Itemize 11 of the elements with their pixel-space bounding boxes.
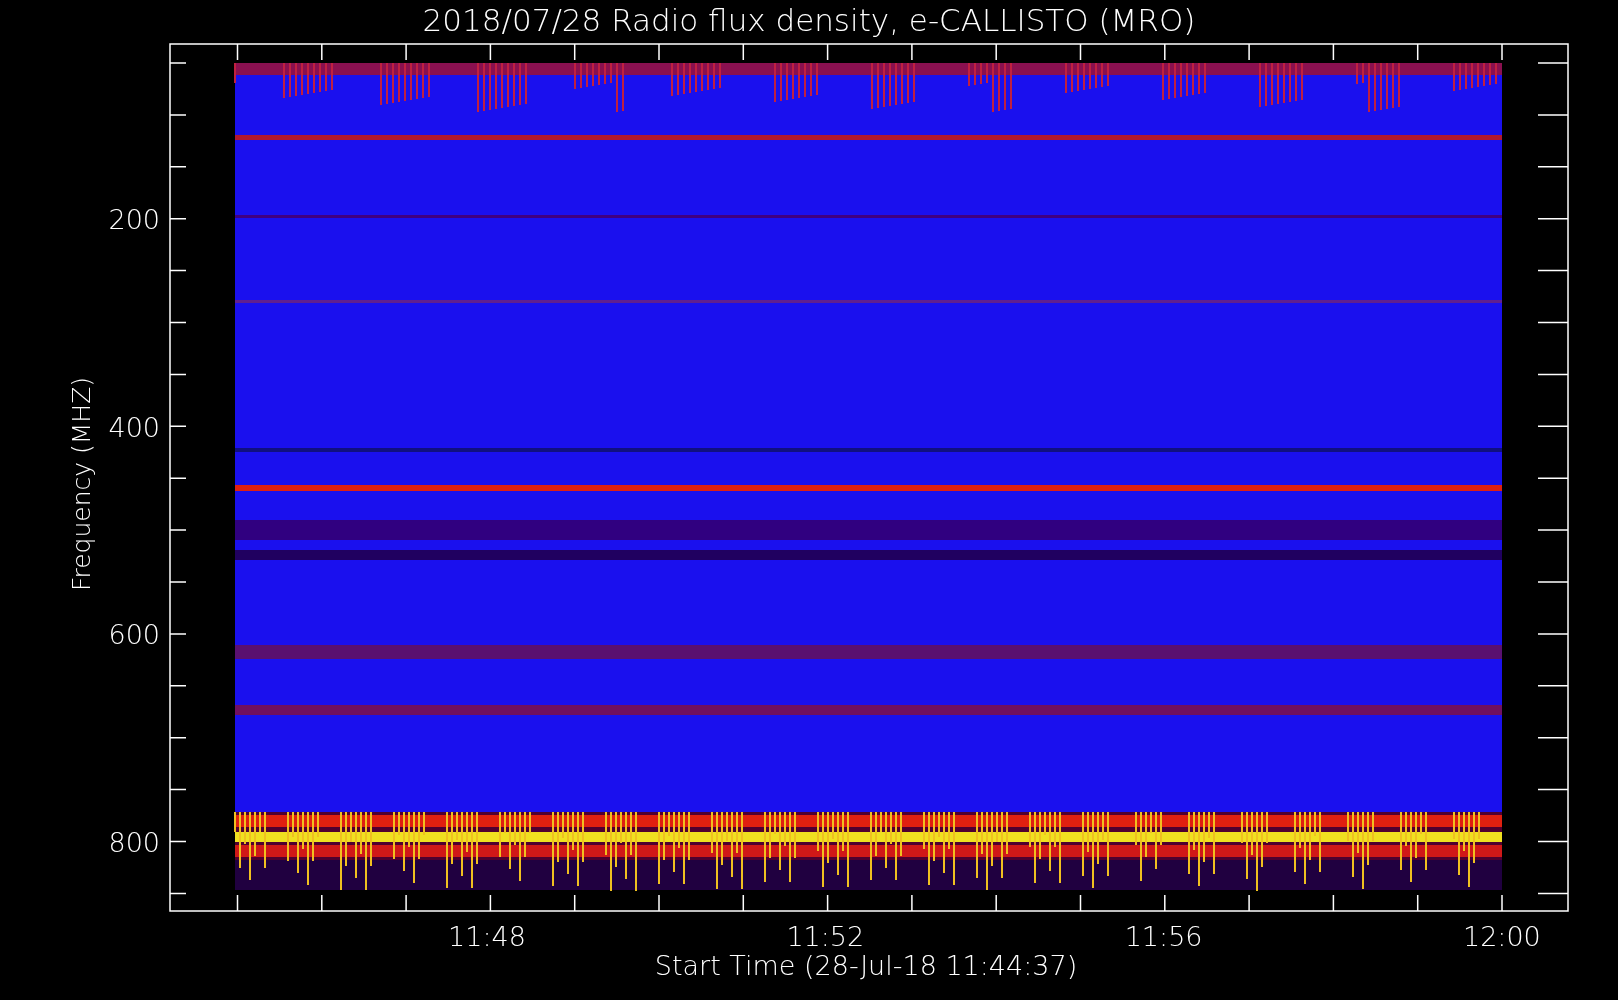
y-tick-label: 400 (108, 411, 160, 443)
y-tick-label: 200 (108, 204, 160, 235)
x-tick-label: 12:00 (1463, 921, 1541, 952)
x-tick-label: 11:48 (448, 921, 526, 952)
y-tick-label: 600 (108, 619, 160, 651)
x-tick-label: 11:52 (786, 921, 865, 952)
y-tick-label: 800 (108, 827, 160, 859)
y-axis-label: Frequency (MHZ) (67, 376, 96, 592)
x-tick-label: 11:56 (1124, 921, 1203, 952)
x-axis-label: Start Time (28-Jul-18 11:44:37) (654, 950, 1078, 981)
chart-title: 2018/07/28 Radio flux density, e-CALLISTO (MRO) (422, 2, 1196, 38)
